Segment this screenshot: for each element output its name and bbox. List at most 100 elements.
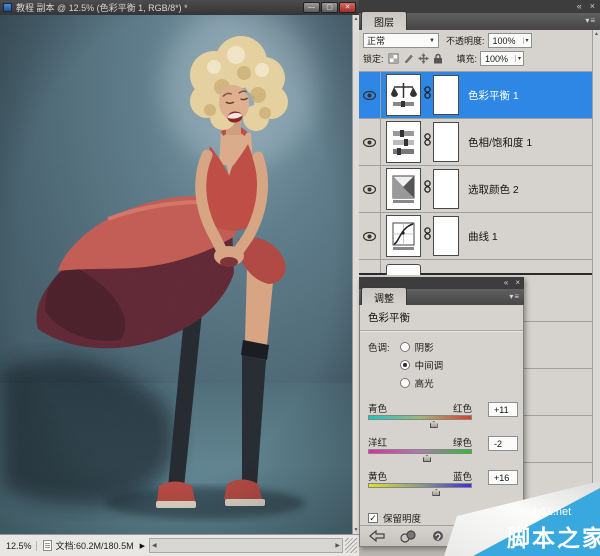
fill-field[interactable]: 100% ▾ <box>480 51 524 66</box>
checkbox-icon[interactable]: ✓ <box>368 513 378 523</box>
app-icon <box>3 3 12 12</box>
visibility-toggle[interactable] <box>359 213 381 259</box>
radio-icon[interactable] <box>400 360 410 370</box>
panel-menu-icon[interactable]: ▾≡ <box>509 292 520 301</box>
back-arrow-icon[interactable] <box>369 530 385 542</box>
watermark-url: jb51.net <box>531 506 571 518</box>
minimize-button[interactable]: — <box>303 2 320 13</box>
lock-image-pixels-icon[interactable] <box>403 53 414 64</box>
layer-mask-thumbnail[interactable] <box>433 169 459 209</box>
selective-color-icon <box>390 172 417 206</box>
link-mask-icon <box>421 180 433 198</box>
link-mask-icon <box>421 227 433 245</box>
slider-value-field[interactable]: +11 <box>488 402 518 417</box>
layer-row-partial[interactable] <box>359 260 592 275</box>
slider-value-field[interactable]: -2 <box>488 436 518 451</box>
scroll-down-icon[interactable]: ▼ <box>354 527 359 533</box>
radio-icon[interactable] <box>400 378 410 388</box>
document-titlebar[interactable]: 教程 副本 @ 12.5% (色彩平衡 1, RGB/8*) * — ▢ ✕ <box>0 0 359 15</box>
panel-menu-icon[interactable]: ▾≡ <box>585 16 596 25</box>
slider-thumb[interactable] <box>423 455 431 462</box>
vertical-scrollbar[interactable]: ▲ ▼ <box>352 15 359 534</box>
eye-icon <box>363 185 376 194</box>
scroll-up-icon[interactable]: ▲ <box>354 16 359 22</box>
maximize-button[interactable]: ▢ <box>321 2 338 13</box>
layer-mask-thumbnail[interactable] <box>433 216 459 256</box>
radio-highlights[interactable]: 高光 <box>400 376 444 390</box>
status-bar: 12.5% 文档:60.2M/180.5M ▶ ◀ ▶ <box>0 534 359 556</box>
photo-content <box>0 15 352 534</box>
layer-row-color-balance[interactable]: 色彩平衡 1 <box>359 72 592 119</box>
radio-icon[interactable] <box>400 342 410 352</box>
magenta-green-slider: 洋红 绿色 -2 <box>360 434 523 467</box>
close-button[interactable]: ✕ <box>339 2 356 13</box>
lock-position-icon[interactable] <box>418 53 429 64</box>
lock-label: 锁定: <box>363 52 384 65</box>
lock-all-icon[interactable] <box>433 53 443 64</box>
color-balance-icon <box>390 78 417 112</box>
tab-layers[interactable]: 图层 <box>361 11 407 30</box>
clip-to-layer-icon[interactable] <box>400 530 417 543</box>
layer-name[interactable]: 色相/饱和度 1 <box>468 135 532 150</box>
radio-midtones[interactable]: 中间调 <box>400 358 444 372</box>
slider-track[interactable] <box>368 449 472 454</box>
layer-row-curves[interactable]: 曲线 1 <box>359 213 592 260</box>
layer-name[interactable]: 曲线 1 <box>468 229 498 244</box>
horizontal-scrollbar[interactable]: ◀ ▶ <box>149 538 343 553</box>
document-size-icon <box>43 540 52 551</box>
layers-tabbar: 图层 ▾≡ <box>359 13 600 30</box>
preserve-luminosity-label: 保留明度 <box>383 511 421 525</box>
slider-right-label: 红色 <box>453 401 472 415</box>
visibility-toggle[interactable] <box>359 72 381 118</box>
status-menu-arrow-icon[interactable]: ▶ <box>140 542 145 550</box>
photoshop-workspace: 教程 副本 @ 12.5% (色彩平衡 1, RGB/8*) * — ▢ ✕ <box>0 0 600 556</box>
resize-grip[interactable] <box>345 538 357 553</box>
opacity-field[interactable]: 100% ▾ <box>488 33 532 48</box>
collapse-panels-icon[interactable]: « <box>577 0 582 13</box>
document-size-text: 文档:60.2M/180.5M <box>56 539 134 552</box>
adjustment-thumbnail-selective-color[interactable] <box>386 168 421 210</box>
layer-name[interactable]: 色彩平衡 1 <box>468 88 519 103</box>
collapse-panel-icon[interactable]: « <box>504 277 508 289</box>
slider-track[interactable] <box>368 415 472 420</box>
opacity-label: 不透明度: <box>446 34 485 47</box>
tone-selector: 色调: 阴影 中间调 高光 <box>360 331 523 396</box>
visibility-toggle[interactable] <box>359 119 381 165</box>
adjustment-thumbnail-color-balance[interactable] <box>386 74 421 116</box>
blend-mode-select[interactable]: 正常 ▼ <box>363 33 439 48</box>
layer-name[interactable]: 选取颜色 2 <box>468 182 519 197</box>
adjustment-thumbnail-hue-saturation[interactable] <box>386 121 421 163</box>
layer-row-selective-color[interactable]: 选取颜色 2 <box>359 166 592 213</box>
layers-panel: 图层 ▾≡ 正常 ▼ 不透明度: 100% ▾ <box>359 13 600 556</box>
partial-thumbnail <box>386 264 421 275</box>
scroll-up-icon[interactable]: ▲ <box>594 31 599 37</box>
layer-mask-thumbnail[interactable] <box>433 75 459 115</box>
layer-row-hue-saturation[interactable]: 色相/饱和度 1 <box>359 119 592 166</box>
zoom-level-field[interactable]: 12.5% <box>2 541 37 551</box>
canvas-image[interactable] <box>0 15 352 534</box>
visibility-toggle[interactable] <box>359 166 381 212</box>
adjustments-tabbar: 调整 ▾≡ <box>359 289 524 306</box>
slider-thumb[interactable] <box>430 421 438 428</box>
slider-left-label: 黄色 <box>368 469 387 483</box>
close-panel-icon[interactable]: × <box>515 277 520 289</box>
curves-icon <box>390 219 417 253</box>
layer-mask-thumbnail[interactable] <box>433 122 459 162</box>
hue-saturation-icon <box>390 125 417 159</box>
slider-left-label: 洋红 <box>368 435 387 449</box>
chevron-down-icon: ▼ <box>429 38 435 44</box>
document-window: 教程 副本 @ 12.5% (色彩平衡 1, RGB/8*) * — ▢ ✕ <box>0 0 359 556</box>
fill-label: 填充: <box>457 52 478 65</box>
tone-label: 色调: <box>368 340 390 390</box>
scroll-left-icon[interactable]: ◀ <box>152 542 157 549</box>
document-title: 教程 副本 @ 12.5% (色彩平衡 1, RGB/8*) * <box>16 1 188 14</box>
radio-shadows[interactable]: 阴影 <box>400 340 444 354</box>
tab-adjustments[interactable]: 调整 <box>361 287 407 306</box>
eye-icon <box>363 232 376 241</box>
spinner-icon: ▾ <box>515 55 521 62</box>
slider-left-label: 青色 <box>368 401 387 415</box>
adjustment-thumbnail-curves[interactable] <box>386 215 421 257</box>
lock-transparent-pixels-icon[interactable] <box>388 53 399 64</box>
close-dock-icon[interactable]: × <box>590 0 595 13</box>
scroll-right-icon[interactable]: ▶ <box>335 542 340 549</box>
